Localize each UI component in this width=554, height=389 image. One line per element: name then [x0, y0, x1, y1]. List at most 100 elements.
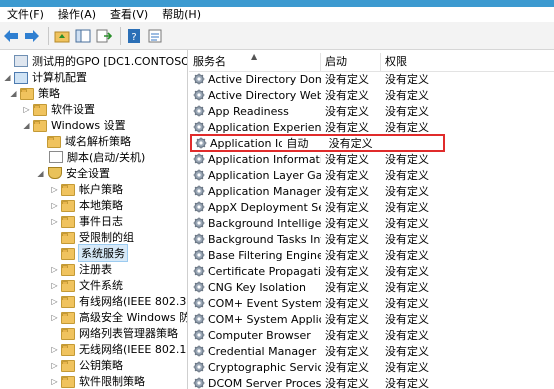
service-name: Application Management [208, 184, 321, 198]
tree-node[interactable]: 测试用的GPO [DC1.CONTOSO.COM] 策 [3, 53, 187, 69]
tree-node[interactable]: ▷ 有线网络(IEEE 802.3)策 [50, 293, 187, 309]
svg-text:?: ? [131, 32, 136, 43]
tree-node[interactable]: ◢ Windows 设置 [22, 117, 126, 133]
service-row[interactable]: Background Intelligent ... 没有定义 没有定义 [189, 215, 554, 231]
folder-icon [61, 344, 75, 356]
service-row[interactable]: Application Information 没有定义 没有定义 [189, 151, 554, 167]
back-button[interactable] [2, 27, 20, 45]
menu-item[interactable]: 文件(F) [0, 7, 51, 22]
tree-node[interactable]: ▷ 注册表 [50, 261, 112, 277]
tree-node[interactable]: ◢ 安全设置 [36, 165, 110, 181]
collapse-arrow-icon[interactable]: ◢ [22, 121, 31, 130]
service-row[interactable]: Application Identity自动 没有定义 [190, 134, 445, 152]
expand-arrow-icon[interactable]: ▷ [50, 217, 59, 226]
menu-item[interactable]: 帮助(H) [155, 7, 208, 22]
service-name: Background Intelligent ... [208, 216, 321, 230]
service-name: Certificate Propagation [208, 264, 321, 278]
service-row[interactable]: Certificate Propagation 没有定义 没有定义 [189, 263, 554, 279]
service-row[interactable]: Active Directory Web S... 没有定义 没有定义 [189, 87, 554, 103]
tree-node[interactable]: 系统服务 [50, 244, 128, 262]
service-row[interactable]: DCOM Server Process ... 没有定义 没有定义 [189, 375, 554, 389]
folder-icon [61, 360, 75, 372]
service-row[interactable]: Base Filtering Engine 没有定义 没有定义 [189, 247, 554, 263]
expand-arrow-icon[interactable]: ▷ [22, 105, 31, 114]
tree-node[interactable]: ▷ 帐户策略 [50, 181, 123, 197]
expand-arrow-icon[interactable]: ▷ [50, 345, 59, 354]
export-list-button[interactable] [95, 27, 113, 45]
service-row[interactable]: Application Management 没有定义 没有定义 [189, 183, 554, 199]
toolbar: ? [0, 22, 554, 50]
service-startup: 没有定义 [325, 329, 369, 342]
menu-item[interactable]: 查看(V) [103, 7, 155, 22]
service-row[interactable]: Credential Manager 没有定义 没有定义 [189, 343, 554, 359]
tree-node-label: 公钥策略 [79, 359, 123, 372]
service-row[interactable]: Application Experience 没有定义 没有定义 [189, 119, 554, 135]
tree-node[interactable]: ◢ 策略 [9, 85, 60, 101]
tree-node[interactable]: 受限制的组 [50, 229, 134, 245]
service-row[interactable]: Computer Browser 没有定义 没有定义 [189, 327, 554, 343]
service-row[interactable]: AppX Deployment Serv... 没有定义 没有定义 [189, 199, 554, 215]
tree-node[interactable]: ▷ 无线网络(IEEE 802.11) [50, 341, 187, 357]
service-row[interactable]: Active Directory Domai... 没有定义 没有定义 [189, 71, 554, 87]
service-name: Computer Browser [208, 328, 311, 342]
service-name-cell: AppX Deployment Serv... [189, 201, 321, 214]
service-permission: 没有定义 [385, 121, 429, 134]
service-gear-icon [193, 121, 205, 133]
help-button[interactable]: ? [125, 27, 143, 45]
collapse-arrow-icon[interactable]: ◢ [36, 169, 45, 178]
folder-icon [47, 136, 61, 148]
expand-arrow-icon[interactable]: ▷ [50, 265, 59, 274]
service-name: Application Experience [208, 120, 321, 134]
service-row[interactable]: COM+ Event System 没有定义 没有定义 [189, 295, 554, 311]
service-row[interactable]: Application Layer Gate... 没有定义 没有定义 [189, 167, 554, 183]
service-startup: 没有定义 [325, 73, 369, 86]
tree-node-label: 帐户策略 [79, 183, 123, 196]
tree-node[interactable]: 脚本(启动/关机) [36, 149, 145, 165]
service-row[interactable]: App Readiness 没有定义 没有定义 [189, 103, 554, 119]
service-name-cell: Active Directory Domai... [189, 73, 321, 86]
tree-node[interactable]: ▷ 软件设置 [22, 101, 95, 117]
tree-node-label: 本地策略 [79, 199, 123, 212]
tree-node[interactable]: ◢ 计算机配置 [3, 69, 87, 85]
expand-arrow-icon[interactable]: ▷ [50, 361, 59, 370]
show-tree-button[interactable] [74, 27, 92, 45]
collapse-arrow-icon[interactable]: ◢ [3, 73, 12, 82]
expand-arrow-icon[interactable]: ▷ [50, 313, 59, 322]
service-name: DCOM Server Process ... [208, 376, 321, 389]
tree-node[interactable]: ▷ 本地策略 [50, 197, 123, 213]
collapse-arrow-icon[interactable]: ◢ [9, 89, 18, 98]
tree-node[interactable]: ▷ 高级安全 Windows 防 [50, 309, 187, 325]
tree-node[interactable]: ▷ 事件日志 [50, 213, 123, 229]
up-folder-button[interactable] [53, 27, 71, 45]
service-name: Application Identity [210, 136, 283, 150]
column-header-service-name[interactable]: ▲ 服务名 [189, 52, 321, 71]
export-icon [96, 29, 112, 42]
service-row[interactable]: COM+ System Applicat... 没有定义 没有定义 [189, 311, 554, 327]
column-header-startup[interactable]: 启动 [321, 53, 381, 71]
service-startup: 没有定义 [325, 121, 369, 134]
tree-node[interactable]: ▷ 文件系统 [50, 277, 123, 293]
shield-icon [48, 167, 62, 179]
service-name-cell: COM+ System Applicat... [189, 313, 321, 326]
tree-node[interactable]: ▷ 公钥策略 [50, 357, 123, 373]
tree-node[interactable]: 域名解析策略 [36, 133, 131, 149]
expand-arrow-icon[interactable]: ▷ [50, 185, 59, 194]
tree-node[interactable]: ▷ 软件限制策略 [50, 373, 145, 389]
service-row[interactable]: CNG Key Isolation 没有定义 没有定义 [189, 279, 554, 295]
expand-arrow-icon[interactable]: ▷ [50, 377, 59, 386]
folder-up-icon [54, 31, 70, 42]
forward-button[interactable] [23, 27, 41, 45]
service-row[interactable]: Cryptographic Services 没有定义 没有定义 [189, 359, 554, 375]
service-gear-icon [193, 361, 205, 373]
expand-arrow-icon[interactable]: ▷ [50, 201, 59, 210]
service-row[interactable]: Background Tasks Infr... 没有定义 没有定义 [189, 231, 554, 247]
tree-node[interactable]: 网络列表管理器策略 [50, 325, 178, 341]
expand-arrow-icon[interactable]: ▷ [50, 297, 59, 306]
column-header-permission[interactable]: 权限 [381, 53, 554, 71]
expand-arrow-icon[interactable]: ▷ [50, 281, 59, 290]
menu-item[interactable]: 操作(A) [51, 7, 103, 22]
tree-node-label: 脚本(启动/关机) [67, 151, 146, 164]
service-rows: Active Directory Domai...没有定义没有定义Active … [189, 71, 554, 389]
properties-button[interactable] [146, 27, 164, 45]
column-label: 权限 [385, 55, 407, 68]
